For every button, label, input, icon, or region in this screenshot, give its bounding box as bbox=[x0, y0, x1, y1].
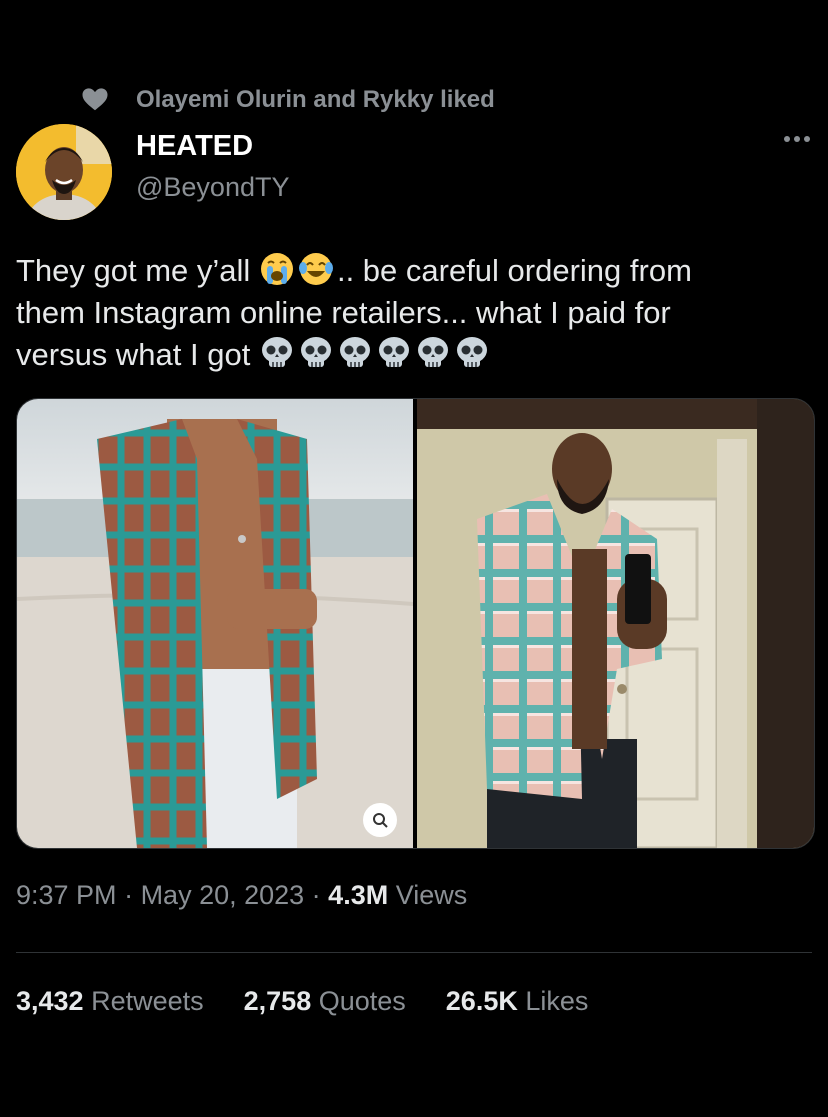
liked-by-text[interactable]: Olayemi Olurin and Rykky liked bbox=[136, 86, 495, 114]
likes-count: 26.5K bbox=[445, 986, 518, 1016]
skull-emoji-icon bbox=[339, 337, 370, 367]
media-photo-left[interactable] bbox=[17, 399, 413, 848]
tweet-line-1: They got me y’all .. be careful ordering… bbox=[16, 250, 816, 292]
quotes-count: 2,758 bbox=[243, 986, 312, 1016]
meta-separator: · bbox=[116, 880, 141, 910]
skull-emoji-icon bbox=[261, 337, 292, 367]
divider bbox=[16, 952, 812, 953]
likes-label: Likes bbox=[517, 986, 589, 1016]
avatar[interactable] bbox=[16, 124, 112, 220]
author-name[interactable]: HEATED bbox=[136, 130, 253, 163]
tweet-time[interactable]: 9:37 PM bbox=[16, 880, 117, 910]
social-context: Olayemi Olurin and Rykky liked bbox=[80, 84, 495, 114]
meta-separator: · bbox=[304, 880, 329, 910]
tweet-date[interactable]: May 20, 2023 bbox=[141, 880, 305, 910]
skull-emoji-icon bbox=[417, 337, 448, 367]
zoom-search-icon[interactable] bbox=[363, 803, 397, 837]
tweet-text-segment: .. be careful ordering from bbox=[336, 253, 692, 288]
tweet-stats: 3,432 Retweets 2,758 Quotes 26.5K Likes bbox=[16, 986, 588, 1017]
tweet-text: They got me y’all .. be careful ordering… bbox=[16, 250, 816, 376]
tweet-line-2: them Instagram online retailers... what … bbox=[16, 295, 671, 330]
skull-emoji-icon bbox=[456, 337, 487, 367]
crying-face-emoji-icon bbox=[260, 253, 293, 285]
tears-of-joy-emoji-icon bbox=[298, 253, 333, 285]
likes-stat[interactable]: 26.5K Likes bbox=[446, 986, 589, 1017]
heart-icon bbox=[82, 88, 108, 111]
media-photo-right[interactable] bbox=[417, 399, 814, 848]
author-handle[interactable]: @BeyondTY bbox=[136, 172, 289, 203]
quotes-stat[interactable]: 2,758 Quotes bbox=[244, 986, 406, 1017]
skull-emoji-icon bbox=[300, 337, 331, 367]
tweet-text-segment: versus what I got bbox=[16, 337, 251, 372]
retweets-count: 3,432 bbox=[16, 986, 84, 1016]
tweet-line-3: versus what I got bbox=[16, 334, 816, 376]
quotes-label: Quotes bbox=[311, 986, 406, 1016]
retweets-label: Retweets bbox=[83, 986, 204, 1016]
retweets-stat[interactable]: 3,432 Retweets bbox=[16, 986, 204, 1017]
views-label: Views bbox=[388, 880, 468, 910]
tweet-text-segment: They got me y’all bbox=[16, 253, 251, 288]
tweet-media[interactable] bbox=[16, 398, 815, 849]
views-count: 4.3M bbox=[328, 880, 389, 910]
more-options-icon[interactable] bbox=[784, 136, 810, 142]
tweet-meta: 9:37 PM · May 20, 2023 · 4.3M Views bbox=[16, 880, 467, 911]
skull-emoji-icon bbox=[378, 337, 409, 367]
